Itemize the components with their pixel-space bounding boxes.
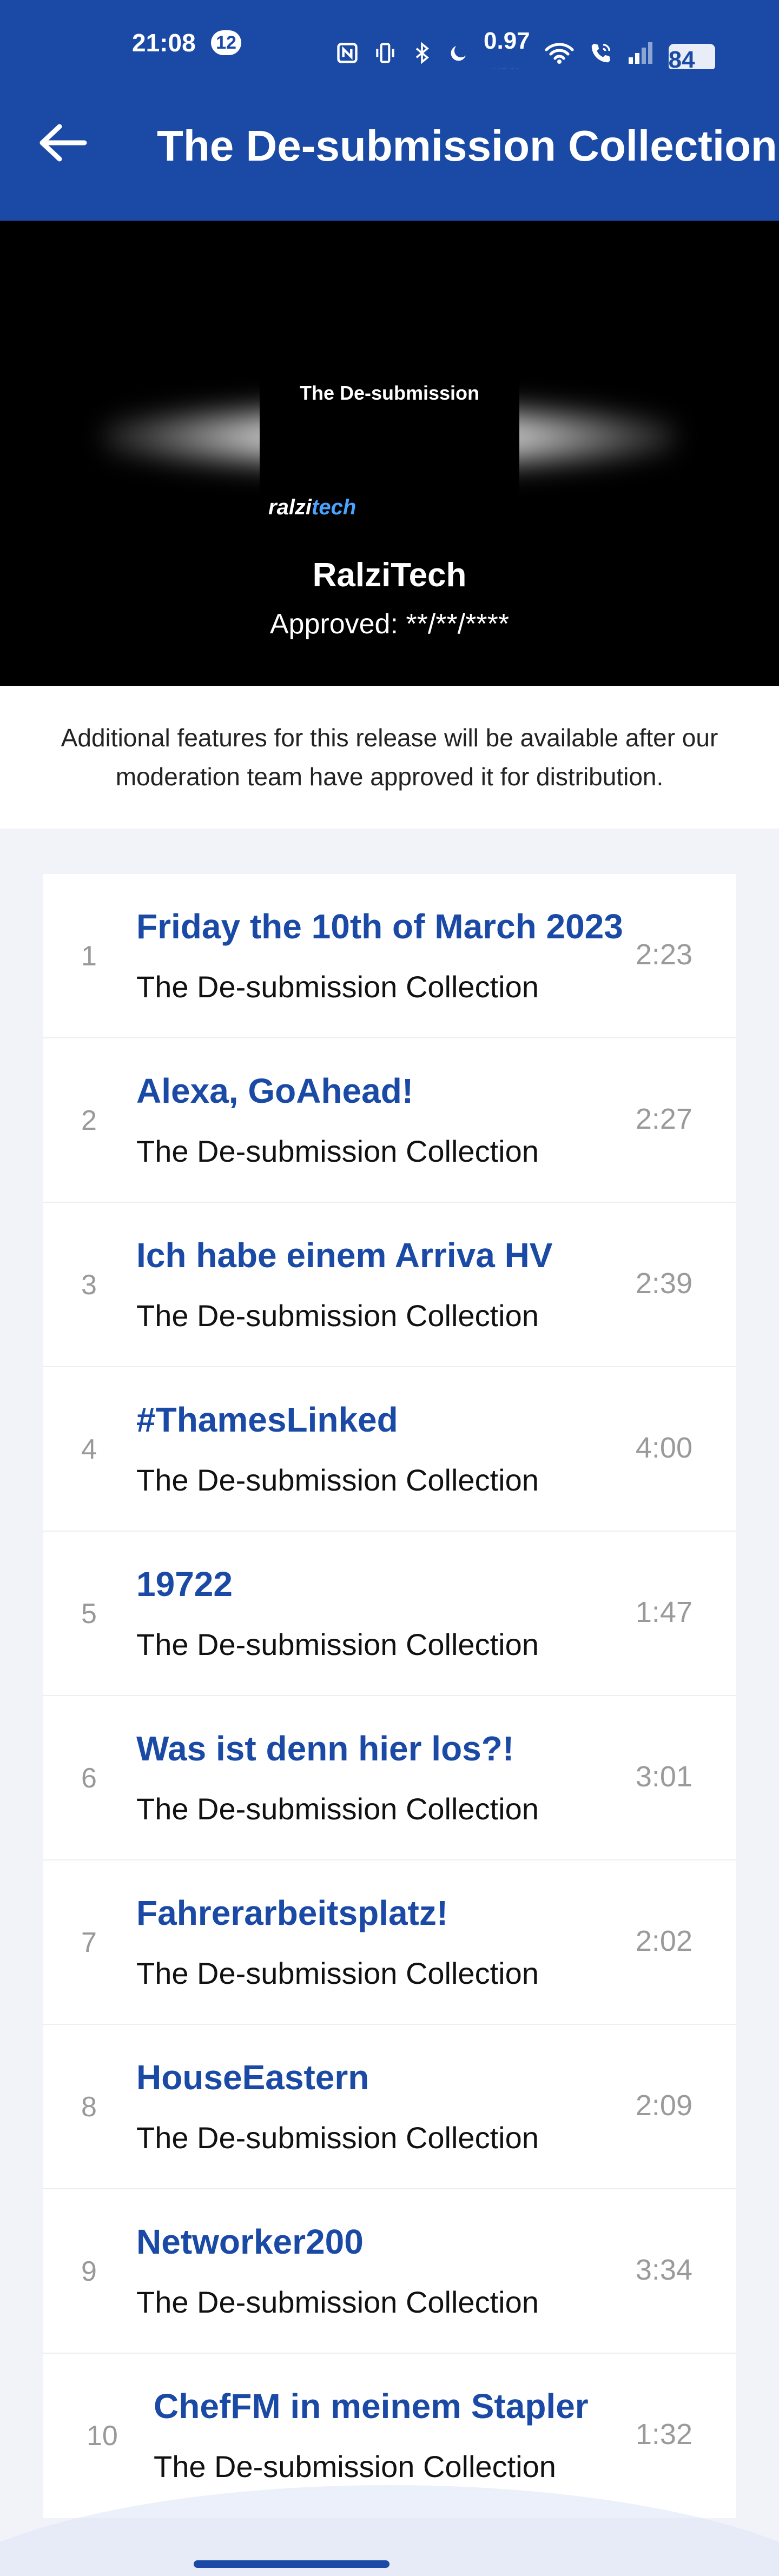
net-speed-value: 0.97	[484, 28, 530, 54]
track-row[interactable]: 8 HouseEastern The De-submission Collect…	[43, 2025, 736, 2189]
track-row[interactable]: 7 Fahrerarbeitsplatz! The De-submission …	[43, 1860, 736, 2025]
moderation-notice: Additional features for this release wil…	[0, 686, 779, 829]
back-arrow-icon[interactable]	[36, 121, 90, 164]
track-number: 7	[81, 1927, 97, 1958]
track-number: 2	[81, 1105, 97, 1136]
track-row[interactable]: 10 ChefFM in meinem Stapler The De-submi…	[43, 2354, 736, 2518]
vibrate-icon	[373, 41, 397, 74]
app-header: The De-submission Collection	[0, 69, 779, 221]
track-duration: 3:01	[635, 1760, 692, 1793]
track-title: #ThamesLinked	[136, 1400, 398, 1439]
track-row[interactable]: 2 Alexa, GoAhead! The De-submission Coll…	[43, 1038, 736, 1203]
track-title: Ich habe einem Arriva HV	[136, 1236, 553, 1275]
track-title: Was ist denn hier los?!	[136, 1729, 514, 1768]
track-duration: 2:23	[635, 938, 692, 971]
track-duration: 2:39	[635, 1267, 692, 1300]
track-row[interactable]: 5 19722 The De-submission Collection 1:4…	[43, 1532, 736, 1696]
track-album: The De-submission Collection	[136, 1299, 539, 1333]
release-hero: The De-submission ralzitech RalziTech Ap…	[0, 221, 779, 686]
cover-logo-part2: tech	[312, 495, 357, 519]
track-album: The De-submission Collection	[136, 1792, 539, 1826]
signal-icon	[628, 41, 655, 74]
approved-date: Approved: **/**/****	[269, 608, 510, 640]
track-number: 8	[81, 2091, 97, 2123]
track-duration: 3:34	[635, 2254, 692, 2286]
track-duration: 4:00	[635, 1432, 692, 1464]
track-row[interactable]: 9 Networker200 The De-submission Collect…	[43, 2189, 736, 2354]
track-title: HouseEastern	[136, 2058, 369, 2097]
wifi-icon	[544, 41, 575, 74]
track-row[interactable]: 6 Was ist denn hier los?! The De-submiss…	[43, 1696, 736, 1860]
track-duration: 1:47	[635, 1596, 692, 1628]
track-duration: 2:09	[635, 2089, 692, 2122]
track-number: 3	[81, 1269, 97, 1301]
track-title: 19722	[136, 1565, 233, 1604]
moon-icon	[447, 41, 470, 74]
track-album: The De-submission Collection	[136, 1463, 539, 1497]
nfc-icon	[335, 41, 359, 74]
track-album: The De-submission Collection	[136, 1134, 539, 1168]
track-number: 9	[81, 2256, 97, 2287]
track-number: 5	[81, 1598, 97, 1630]
track-number: 4	[81, 1434, 97, 1465]
bluetooth-icon	[411, 41, 433, 74]
status-bar: 21:08 12 0.97 KB/S 84	[0, 0, 779, 80]
track-duration: 2:02	[635, 1925, 692, 1957]
page-title: The De-submission Collection	[157, 122, 777, 170]
album-cover: The De-submission ralzitech	[260, 350, 519, 534]
track-title: Fahrerarbeitsplatz!	[136, 1893, 448, 1932]
track-number: 6	[81, 1763, 97, 1794]
status-time: 21:08	[132, 29, 196, 57]
track-list: 1 Friday the 10th of March 2023 The De-s…	[43, 874, 736, 2518]
track-duration: 2:27	[635, 1103, 692, 1135]
track-album: The De-submission Collection	[136, 2285, 539, 2319]
track-row[interactable]: 1 Friday the 10th of March 2023 The De-s…	[43, 874, 736, 1038]
track-title: Friday the 10th of March 2023	[136, 907, 623, 946]
cover-logo: ralzitech	[268, 495, 356, 520]
track-row[interactable]: 4 #ThamesLinked The De-submission Collec…	[43, 1367, 736, 1532]
track-album: The De-submission Collection	[136, 970, 539, 1004]
track-title: Alexa, GoAhead!	[136, 1071, 414, 1110]
track-duration: 1:32	[635, 2418, 692, 2451]
track-title: Networker200	[136, 2222, 364, 2261]
track-title: ChefFM in meinem Stapler	[154, 2387, 589, 2426]
cover-title: The De-submission	[299, 382, 480, 404]
artist-name: RalziTech	[312, 557, 467, 594]
home-indicator	[194, 2560, 390, 2568]
cover-logo-part1: ralzi	[268, 495, 312, 519]
notification-count-badge: 12	[211, 30, 241, 55]
battery-indicator: 84	[668, 44, 715, 73]
track-row[interactable]: 3 Ich habe einem Arriva HV The De-submis…	[43, 1203, 736, 1367]
track-number: 10	[87, 2420, 118, 2452]
track-album: The De-submission Collection	[136, 1956, 539, 1990]
track-album: The De-submission Collection	[154, 2449, 556, 2484]
track-album: The De-submission Collection	[136, 2121, 539, 2155]
track-number: 1	[81, 941, 97, 972]
track-album: The De-submission Collection	[136, 1627, 539, 1661]
